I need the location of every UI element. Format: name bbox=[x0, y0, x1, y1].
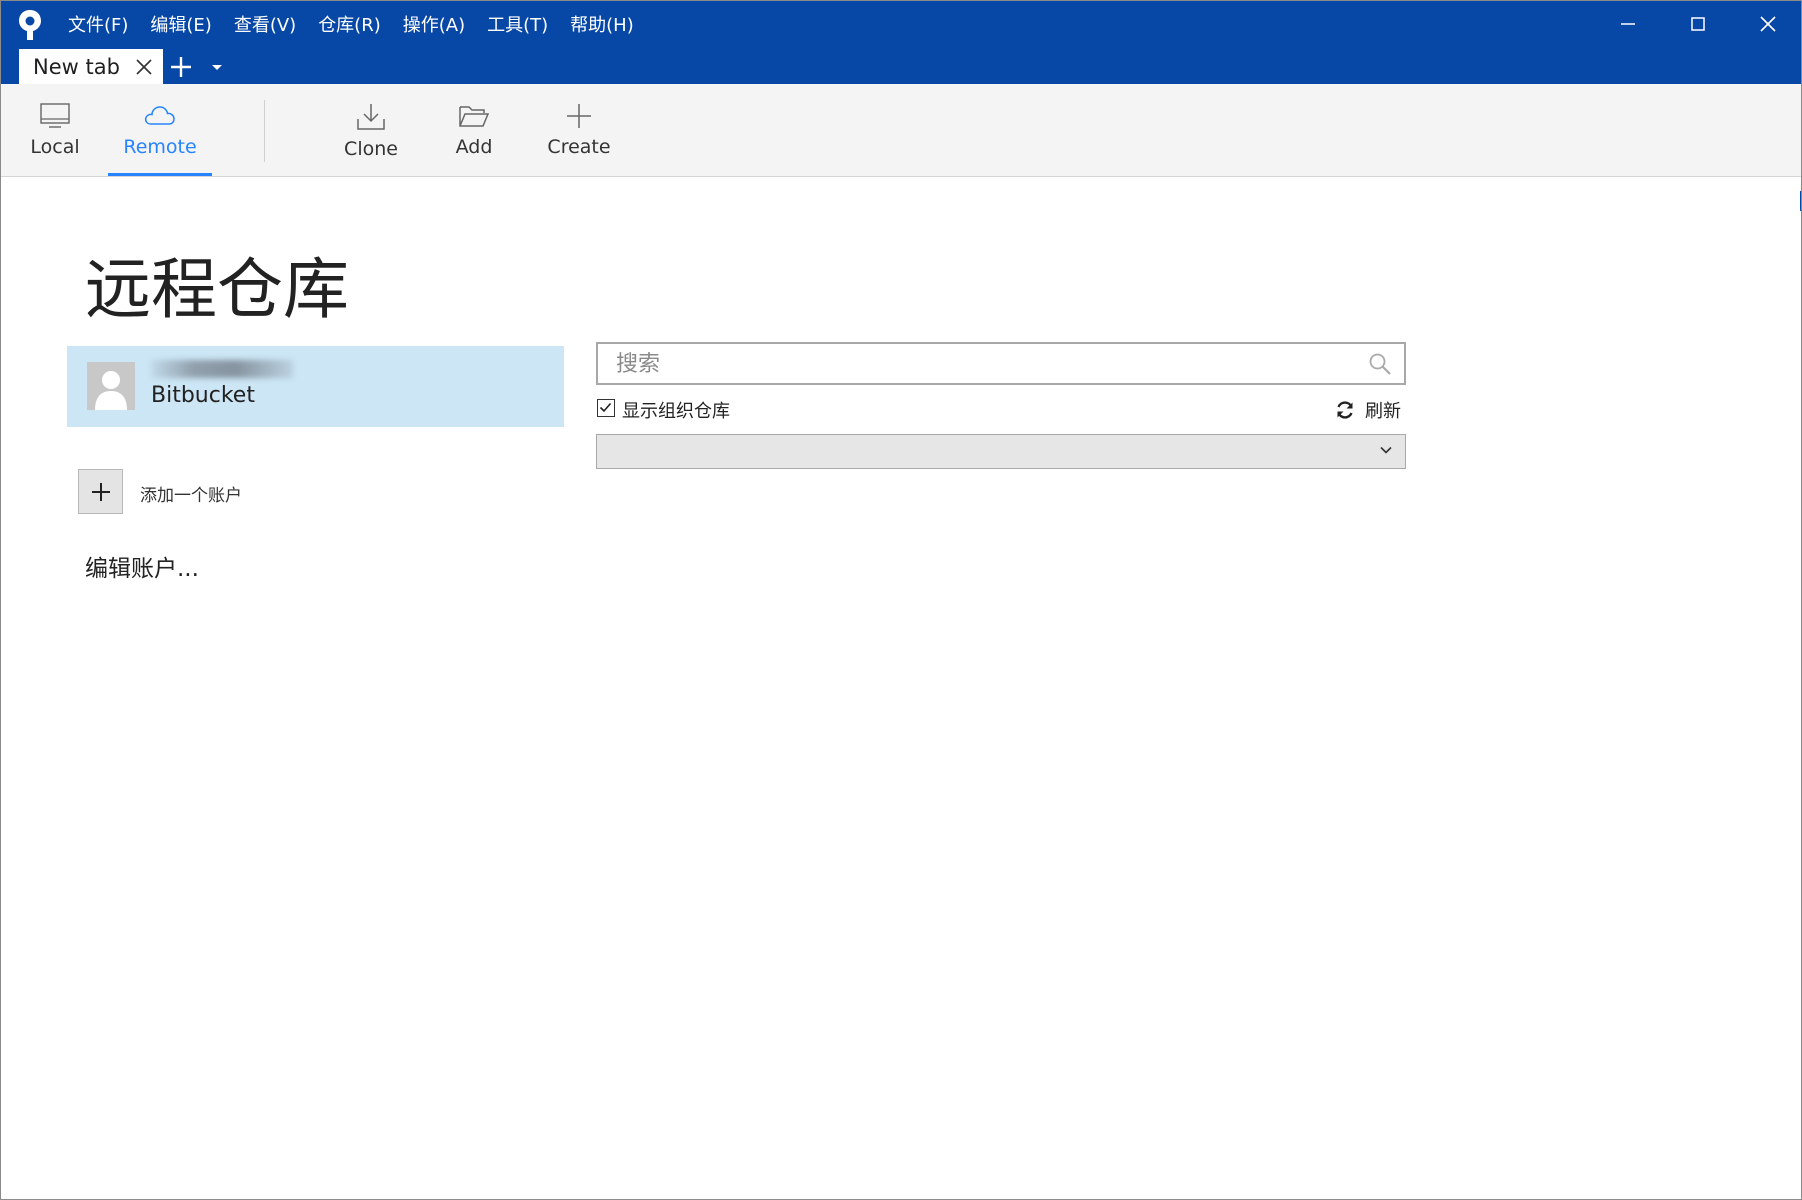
checkbox-checked-icon bbox=[599, 402, 612, 413]
tab-close-icon[interactable] bbox=[135, 58, 153, 76]
tab-dropdown-icon bbox=[212, 64, 222, 70]
menu-edit[interactable]: 编辑(E) bbox=[139, 11, 222, 37]
refresh-label: 刷新 bbox=[1365, 401, 1401, 422]
show-org-repos-label[interactable]: 显示组织仓库 bbox=[622, 397, 730, 423]
active-tab-indicator bbox=[108, 173, 212, 176]
new-tab-button[interactable] bbox=[163, 49, 199, 84]
page-title: 远程仓库 bbox=[85, 251, 349, 328]
tab-dropdown-button[interactable] bbox=[199, 49, 235, 84]
folder-open-icon bbox=[459, 106, 490, 127]
toolbar: Local Remote Clone Add Create bbox=[1, 84, 1801, 177]
monitor-icon bbox=[40, 103, 70, 128]
close-window-button[interactable] bbox=[1733, 1, 1801, 47]
add-account-label[interactable]: 添加一个账户 bbox=[140, 481, 242, 506]
chevron-down-icon bbox=[1380, 446, 1392, 454]
refresh-button[interactable]: 刷新 bbox=[1335, 397, 1401, 423]
search-input[interactable] bbox=[614, 348, 1358, 380]
refresh-icon bbox=[1337, 401, 1353, 419]
tab-label: New tab bbox=[33, 54, 120, 79]
menu-view[interactable]: 查看(V) bbox=[223, 11, 307, 37]
menu-repository[interactable]: 仓库(R) bbox=[307, 11, 392, 37]
title-bar: 文件(F) 编辑(E) 查看(V) 仓库(R) 操作(A) 工具(T) 帮助(H… bbox=[1, 1, 1801, 84]
local-label: Local bbox=[30, 136, 80, 158]
account-item-bitbucket[interactable]: Bitbucket bbox=[67, 346, 564, 427]
search-icon-wrap bbox=[1368, 352, 1392, 381]
account-type: Bitbucket bbox=[151, 383, 255, 408]
cloud-icon bbox=[144, 106, 175, 125]
remote-button[interactable]: Remote bbox=[108, 84, 212, 176]
clone-button[interactable]: Clone bbox=[338, 84, 404, 176]
account-name-redacted bbox=[151, 360, 293, 378]
menu-bar: 文件(F) 编辑(E) 查看(V) 仓库(R) 操作(A) 工具(T) 帮助(H… bbox=[57, 1, 645, 47]
maximize-icon bbox=[1691, 17, 1705, 31]
new-tab-icon bbox=[171, 56, 191, 77]
tab-strip: New tab bbox=[19, 49, 235, 84]
search-box[interactable] bbox=[596, 342, 1406, 385]
repository-filter-dropdown[interactable] bbox=[596, 434, 1406, 469]
close-icon bbox=[1760, 16, 1776, 32]
edit-accounts-link[interactable]: 编辑账户... bbox=[85, 549, 199, 583]
menu-help[interactable]: 帮助(H) bbox=[559, 11, 645, 37]
clone-label: Clone bbox=[344, 138, 398, 160]
clone-download-icon bbox=[357, 104, 385, 130]
minimize-icon bbox=[1621, 23, 1635, 25]
sourcetree-logo-icon[interactable] bbox=[17, 9, 43, 41]
plus-icon bbox=[91, 482, 110, 501]
add-label: Add bbox=[455, 136, 493, 158]
create-button[interactable]: Create bbox=[546, 84, 612, 176]
minimize-button[interactable] bbox=[1593, 1, 1663, 47]
remote-label: Remote bbox=[123, 136, 197, 158]
add-account-button[interactable] bbox=[78, 469, 123, 514]
avatar bbox=[87, 362, 135, 410]
local-button[interactable]: Local bbox=[23, 84, 87, 176]
show-org-repos-checkbox[interactable] bbox=[597, 399, 615, 417]
toolbar-separator bbox=[264, 100, 265, 162]
menu-actions[interactable]: 操作(A) bbox=[392, 11, 476, 37]
menu-file[interactable]: 文件(F) bbox=[57, 11, 139, 37]
plus-icon bbox=[567, 104, 591, 128]
create-label: Create bbox=[547, 136, 611, 158]
avatar-placeholder-icon bbox=[95, 371, 127, 410]
app-window: 文件(F) 编辑(E) 查看(V) 仓库(R) 操作(A) 工具(T) 帮助(H… bbox=[0, 0, 1802, 1200]
search-icon bbox=[1369, 353, 1391, 375]
add-button[interactable]: Add bbox=[449, 84, 499, 176]
menu-tools[interactable]: 工具(T) bbox=[476, 11, 559, 37]
tab-new-tab[interactable]: New tab bbox=[19, 49, 163, 84]
maximize-button[interactable] bbox=[1663, 1, 1733, 47]
